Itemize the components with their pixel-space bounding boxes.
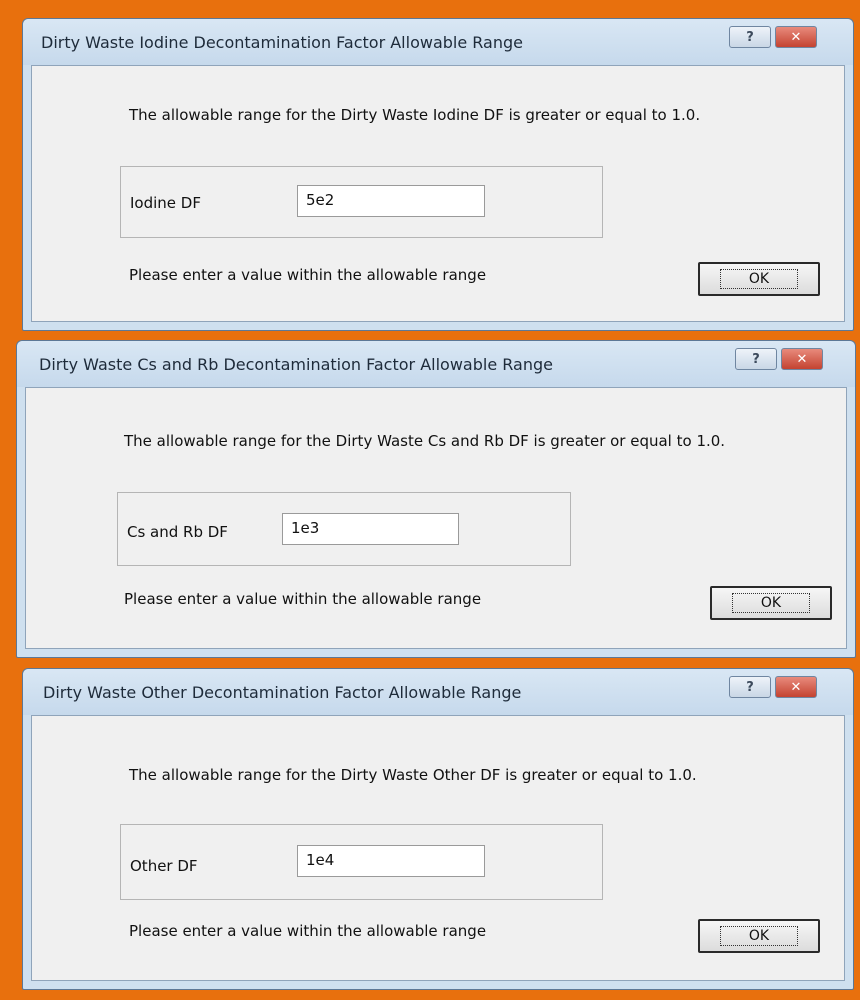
prompt-text: Please enter a value within the allowabl… (129, 266, 487, 284)
title-bar[interactable]: Dirty Waste Other Decontamination Factor… (23, 669, 853, 715)
help-button[interactable]: ? (729, 26, 771, 48)
ok-label: OK (719, 926, 799, 946)
prompt-text: Please enter a value within the allowabl… (129, 922, 487, 940)
help-button[interactable]: ? (735, 348, 777, 370)
input-group-box: Cs and Rb DF 1e3 (117, 492, 571, 566)
dialog-other-df: Dirty Waste Other Decontamination Factor… (22, 668, 854, 990)
dialog-body: The allowable range for the Dirty Waste … (25, 387, 847, 649)
title-bar[interactable]: Dirty Waste Cs and Rb Decontamination Fa… (17, 341, 855, 387)
help-icon: ? (752, 351, 760, 367)
input-group-box: Other DF 1e4 (120, 824, 603, 900)
help-icon: ? (746, 29, 754, 45)
ok-button[interactable]: OK (710, 586, 832, 620)
dialog-title: Dirty Waste Cs and Rb Decontamination Fa… (39, 355, 553, 374)
ok-button[interactable]: OK (698, 919, 820, 953)
range-message: The allowable range for the Dirty Waste … (124, 432, 726, 450)
close-icon: ✕ (790, 29, 802, 45)
range-message: The allowable range for the Dirty Waste … (129, 106, 701, 124)
close-icon: ✕ (796, 351, 808, 367)
dialog-body: The allowable range for the Dirty Waste … (31, 65, 845, 322)
close-button[interactable]: ✕ (775, 676, 817, 698)
cs-rb-df-input[interactable]: 1e3 (282, 513, 459, 545)
dialog-cs-rb-df: Dirty Waste Cs and Rb Decontamination Fa… (16, 340, 856, 658)
ok-label: OK (731, 593, 811, 613)
dialog-title: Dirty Waste Other Decontamination Factor… (43, 683, 522, 702)
iodine-df-label: Iodine DF (130, 194, 201, 212)
dialog-body: The allowable range for the Dirty Waste … (31, 715, 845, 981)
close-button[interactable]: ✕ (781, 348, 823, 370)
title-bar[interactable]: Dirty Waste Iodine Decontamination Facto… (23, 19, 853, 65)
ok-label: OK (719, 269, 799, 289)
dialog-title: Dirty Waste Iodine Decontamination Facto… (41, 33, 523, 52)
close-button[interactable]: ✕ (775, 26, 817, 48)
iodine-df-input[interactable]: 5e2 (297, 185, 485, 217)
ok-button[interactable]: OK (698, 262, 820, 296)
range-message: The allowable range for the Dirty Waste … (129, 766, 697, 784)
prompt-text: Please enter a value within the allowabl… (124, 590, 482, 608)
close-icon: ✕ (790, 679, 802, 695)
input-group-box: Iodine DF 5e2 (120, 166, 603, 238)
dialog-iodine-df: Dirty Waste Iodine Decontamination Facto… (22, 18, 854, 331)
other-df-label: Other DF (130, 857, 198, 875)
other-df-input[interactable]: 1e4 (297, 845, 485, 877)
cs-rb-df-label: Cs and Rb DF (127, 523, 228, 541)
help-button[interactable]: ? (729, 676, 771, 698)
help-icon: ? (746, 679, 754, 695)
